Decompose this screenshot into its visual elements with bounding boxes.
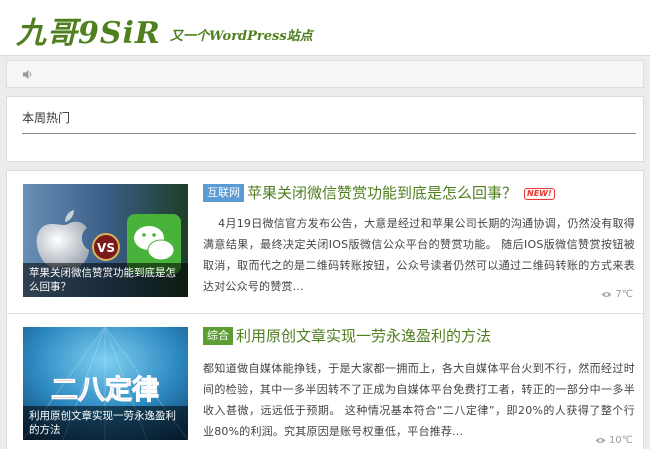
- thumbnail-caption[interactable]: 利用原创文章实现一劳永逸盈利的方法: [23, 406, 188, 440]
- thumbnail-caption[interactable]: 苹果关闭微信赞赏功能到底是怎么回事？: [23, 263, 188, 297]
- eye-icon: [595, 437, 606, 443]
- article-item: 二八定律 利用原创文章实现一劳永逸盈利的方法 综合 利用原创文章实现一劳永逸盈利…: [7, 313, 643, 449]
- weekly-hot-title: 本周热门: [22, 111, 71, 125]
- vs-label: VS: [97, 241, 115, 255]
- announcement-bar: [6, 60, 644, 88]
- site-tagline: 又一个WordPress站点: [170, 29, 313, 44]
- view-count-value: 7℃: [615, 289, 633, 300]
- category-badge[interactable]: 互联网: [203, 184, 244, 202]
- site-header: 九哥9SiR 又一个WordPress站点: [0, 0, 650, 56]
- article-item: VS 苹果关闭微信赞赏功能到底是怎么回事？ 互联网 苹果关闭微信赞赏功能到底是怎…: [7, 171, 643, 313]
- article-thumbnail[interactable]: VS 苹果关闭微信赞赏功能到底是怎么回事？: [23, 184, 188, 297]
- article-thumbnail[interactable]: 二八定律 利用原创文章实现一劳永逸盈利的方法: [23, 327, 188, 440]
- article-excerpt: 4月19日微信官方发布公告，大意是经过和苹果公司长期的沟通协调，仍然没有取得满意…: [203, 217, 635, 293]
- article-title[interactable]: 利用原创文章实现一劳永逸盈利的方法: [236, 325, 491, 346]
- site-logo[interactable]: 九哥9SiR: [16, 8, 161, 52]
- thumbnail-headline: 二八定律: [51, 374, 159, 406]
- category-badge[interactable]: 综合: [203, 327, 233, 345]
- view-count: 10℃: [595, 435, 633, 446]
- weekly-hot-panel: 本周热门: [6, 96, 644, 162]
- new-badge: NEW!: [524, 188, 555, 200]
- article-excerpt: 都知道做自媒体能挣钱，于是大家都一拥而上，各大自媒体平台火到不行，然而经过时间的…: [203, 362, 635, 438]
- article-list: VS 苹果关闭微信赞赏功能到底是怎么回事？ 互联网 苹果关闭微信赞赏功能到底是怎…: [6, 170, 644, 449]
- article-title[interactable]: 苹果关闭微信赞赏功能到底是怎么回事？: [247, 182, 517, 203]
- eye-icon: [601, 291, 612, 297]
- view-count-value: 10℃: [609, 435, 633, 446]
- speaker-icon: [23, 70, 32, 79]
- divider: [22, 133, 636, 134]
- view-count: 7℃: [601, 289, 633, 300]
